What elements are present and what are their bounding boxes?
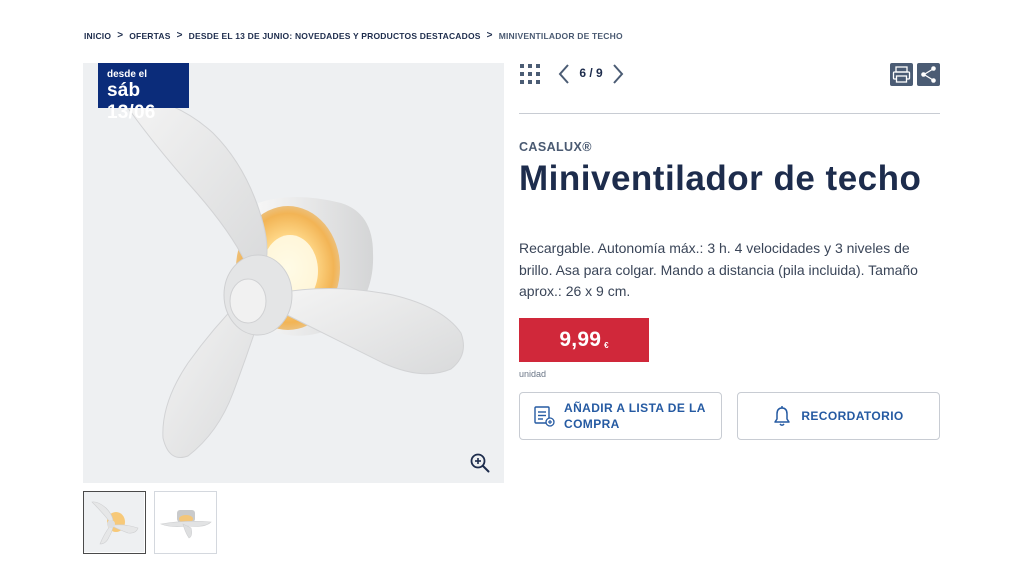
gallery-pager: 6 / 9 — [579, 66, 603, 80]
breadcrumb-separator-icon: > — [176, 30, 183, 41]
bell-icon — [774, 406, 791, 426]
zoom-in-icon[interactable] — [469, 452, 491, 474]
gallery-nav: 6 / 9 — [519, 60, 940, 88]
product-main-image[interactable]: desde el sáb 13/06 — [83, 63, 504, 483]
breadcrumb-link-inicio[interactable]: INICIO — [84, 31, 111, 41]
grid-icon[interactable] — [519, 63, 541, 85]
date-badge: desde el sáb 13/06 — [98, 63, 189, 123]
header-divider — [519, 113, 940, 114]
product-description: Recargable. Autonomía máx.: 3 h. 4 veloc… — [519, 240, 918, 299]
product-brand: CASALUX® — [519, 140, 592, 154]
ceiling-fan-image — [123, 94, 464, 458]
price-currency: € — [604, 340, 609, 350]
reminder-button[interactable]: RECORDATORIO — [737, 392, 940, 440]
price-unit: unidad — [519, 369, 547, 379]
breadcrumb-separator-icon: > — [117, 30, 124, 41]
product-title: Miniventilador de techo — [519, 159, 922, 198]
breadcrumb-current: MINIVENTILADOR DE TECHO — [498, 31, 623, 41]
price-value: 9,99 — [559, 328, 602, 351]
badge-line1: desde el — [107, 69, 148, 80]
breadcrumb-link-novedades[interactable]: DESDE EL 13 DE JUNIO: NOVEDADES Y PRODUC… — [189, 31, 481, 41]
shopping-list-icon — [534, 406, 555, 427]
breadcrumb-separator-icon: > — [486, 30, 493, 41]
breadcrumb-link-ofertas[interactable]: OFERTAS — [129, 31, 170, 41]
thumbnail-2[interactable] — [154, 491, 217, 554]
badge-line2: sáb 13/06 — [107, 80, 156, 123]
breadcrumb: INICIO > OFERTAS > DESDE EL 13 DE JUNIO:… — [84, 30, 623, 42]
add-to-shopping-list-button[interactable]: AÑADIR A LISTA DE LA COMPRA — [519, 392, 722, 440]
chevron-left-icon[interactable] — [557, 62, 571, 86]
thumbnail-1[interactable] — [83, 491, 146, 554]
fan-thumbnail-image — [84, 492, 144, 552]
share-icon[interactable] — [917, 63, 940, 86]
price-tag: 9,99 € — [519, 318, 649, 362]
printer-icon[interactable] — [890, 63, 913, 86]
chevron-right-icon[interactable] — [611, 62, 625, 86]
fan-thumbnail-image — [155, 492, 216, 553]
reminder-label: RECORDATORIO — [801, 409, 904, 423]
add-to-list-label: AÑADIR A LISTA DE LA COMPRA — [564, 401, 706, 431]
